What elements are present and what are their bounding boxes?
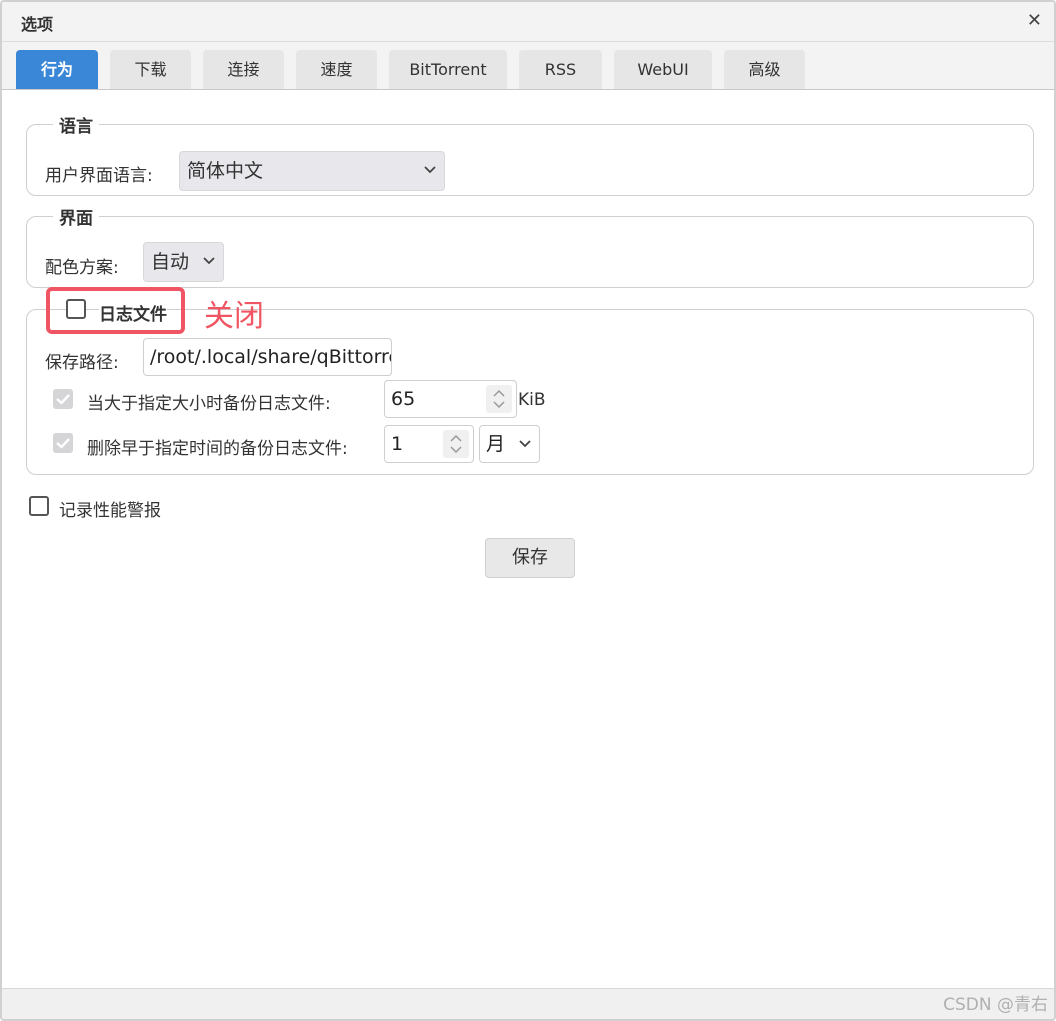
spinner-icon[interactable] xyxy=(443,430,469,458)
delete-old-log-checkbox[interactable] xyxy=(53,433,73,453)
close-icon[interactable]: ✕ xyxy=(1027,10,1042,31)
dialog-title: 选项 xyxy=(21,15,54,34)
delete-age-unit-value: 月 xyxy=(486,433,506,455)
tab-bar: 行为 下载 连接 速度 BitTorrent RSS WebUI 高级 xyxy=(2,42,1054,90)
watermark: CSDN @青右 xyxy=(943,995,1048,1015)
tab-rss[interactable]: RSS xyxy=(519,50,602,89)
language-group: 语言 xyxy=(26,112,1034,196)
save-button[interactable]: 保存 xyxy=(485,538,575,578)
chevron-down-icon xyxy=(203,243,215,265)
save-path-input[interactable]: /root/.local/share/qBittorre xyxy=(143,338,392,376)
chevron-down-icon xyxy=(424,152,436,174)
backup-size-value: 65 xyxy=(391,388,416,410)
annotation-highlight-box xyxy=(46,287,185,334)
dialog-titlebar: 选项 ✕ xyxy=(2,2,1054,42)
dialog-footer xyxy=(2,988,1054,1019)
color-scheme-select[interactable]: 自动 xyxy=(143,242,224,282)
delete-age-value: 1 xyxy=(391,433,404,455)
delete-age-unit-select[interactable]: 月 xyxy=(479,425,540,463)
tab-downloads[interactable]: 下载 xyxy=(110,50,191,89)
performance-warning-label: 记录性能警报 xyxy=(59,501,161,521)
language-legend: 语言 xyxy=(53,112,99,137)
spinner-icon[interactable] xyxy=(486,385,512,413)
backup-size-unit: KiB xyxy=(518,390,546,410)
backup-log-label: 当大于指定大小时备份日志文件: xyxy=(87,394,331,414)
tab-webui[interactable]: WebUI xyxy=(614,50,712,89)
backup-size-input[interactable]: 65 xyxy=(384,380,517,418)
ui-language-value: 简体中文 xyxy=(187,160,264,182)
tab-speed[interactable]: 速度 xyxy=(296,50,377,89)
tab-bittorrent[interactable]: BitTorrent xyxy=(389,50,507,89)
delete-age-input[interactable]: 1 xyxy=(384,425,474,463)
save-path-label: 保存路径: xyxy=(45,353,119,373)
interface-legend: 界面 xyxy=(53,204,99,229)
tab-behavior[interactable]: 行为 xyxy=(16,50,98,89)
options-dialog: 选项 ✕ 行为 下载 连接 速度 BitTorrent RSS WebUI 高级… xyxy=(0,0,1056,1021)
delete-old-log-label: 删除早于指定时间的备份日志文件: xyxy=(87,439,348,459)
performance-warning-checkbox[interactable] xyxy=(29,496,49,516)
annotation-text: 关闭 xyxy=(204,299,264,334)
tab-connection[interactable]: 连接 xyxy=(203,50,284,89)
backup-log-checkbox[interactable] xyxy=(53,389,73,409)
checkmark-icon xyxy=(56,394,70,405)
checkmark-icon xyxy=(56,438,70,449)
ui-language-select[interactable]: 简体中文 xyxy=(179,151,445,191)
color-scheme-label: 配色方案: xyxy=(45,258,119,278)
ui-language-label: 用户界面语言: xyxy=(45,166,153,186)
tab-advanced[interactable]: 高级 xyxy=(724,50,805,89)
chevron-down-icon xyxy=(519,426,531,448)
color-scheme-value: 自动 xyxy=(151,251,190,273)
